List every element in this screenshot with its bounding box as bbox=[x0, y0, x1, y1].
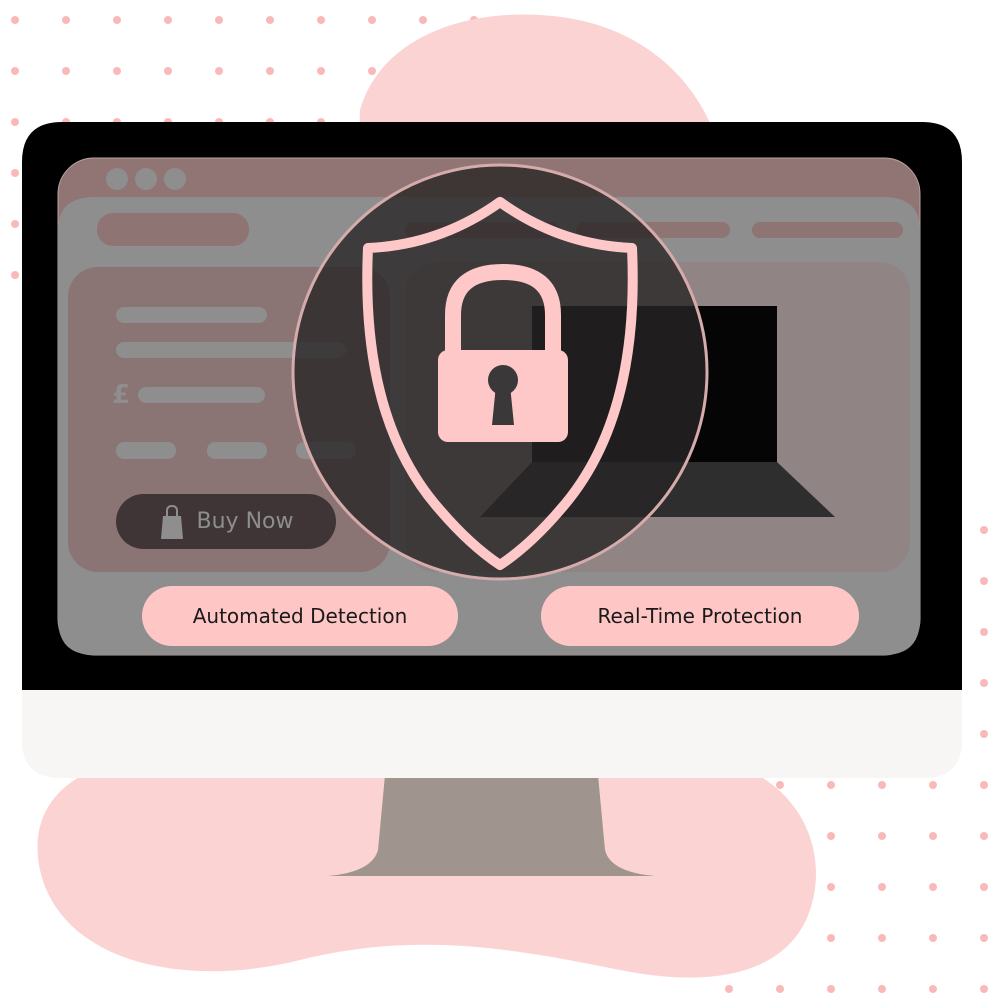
window-dot bbox=[135, 168, 157, 190]
window-dot bbox=[106, 168, 128, 190]
currency-symbol: £ bbox=[112, 380, 131, 410]
price-line bbox=[138, 387, 265, 403]
monitor-chin bbox=[22, 690, 962, 778]
logo-placeholder bbox=[97, 213, 249, 246]
feature-label: Real-Time Protection bbox=[597, 604, 803, 628]
window-dot bbox=[164, 168, 186, 190]
text-line bbox=[116, 307, 267, 323]
option-pill bbox=[207, 442, 267, 459]
feature-real-time-protection: Real-Time Protection bbox=[541, 586, 859, 646]
shopping-bag-icon bbox=[160, 504, 183, 539]
buy-now-button[interactable]: Buy Now bbox=[116, 494, 336, 549]
feature-label: Automated Detection bbox=[192, 604, 408, 628]
option-pill bbox=[116, 442, 176, 459]
buy-now-label: Buy Now bbox=[196, 509, 294, 534]
nav-placeholder bbox=[752, 222, 903, 238]
feature-automated-detection: Automated Detection bbox=[142, 586, 458, 646]
